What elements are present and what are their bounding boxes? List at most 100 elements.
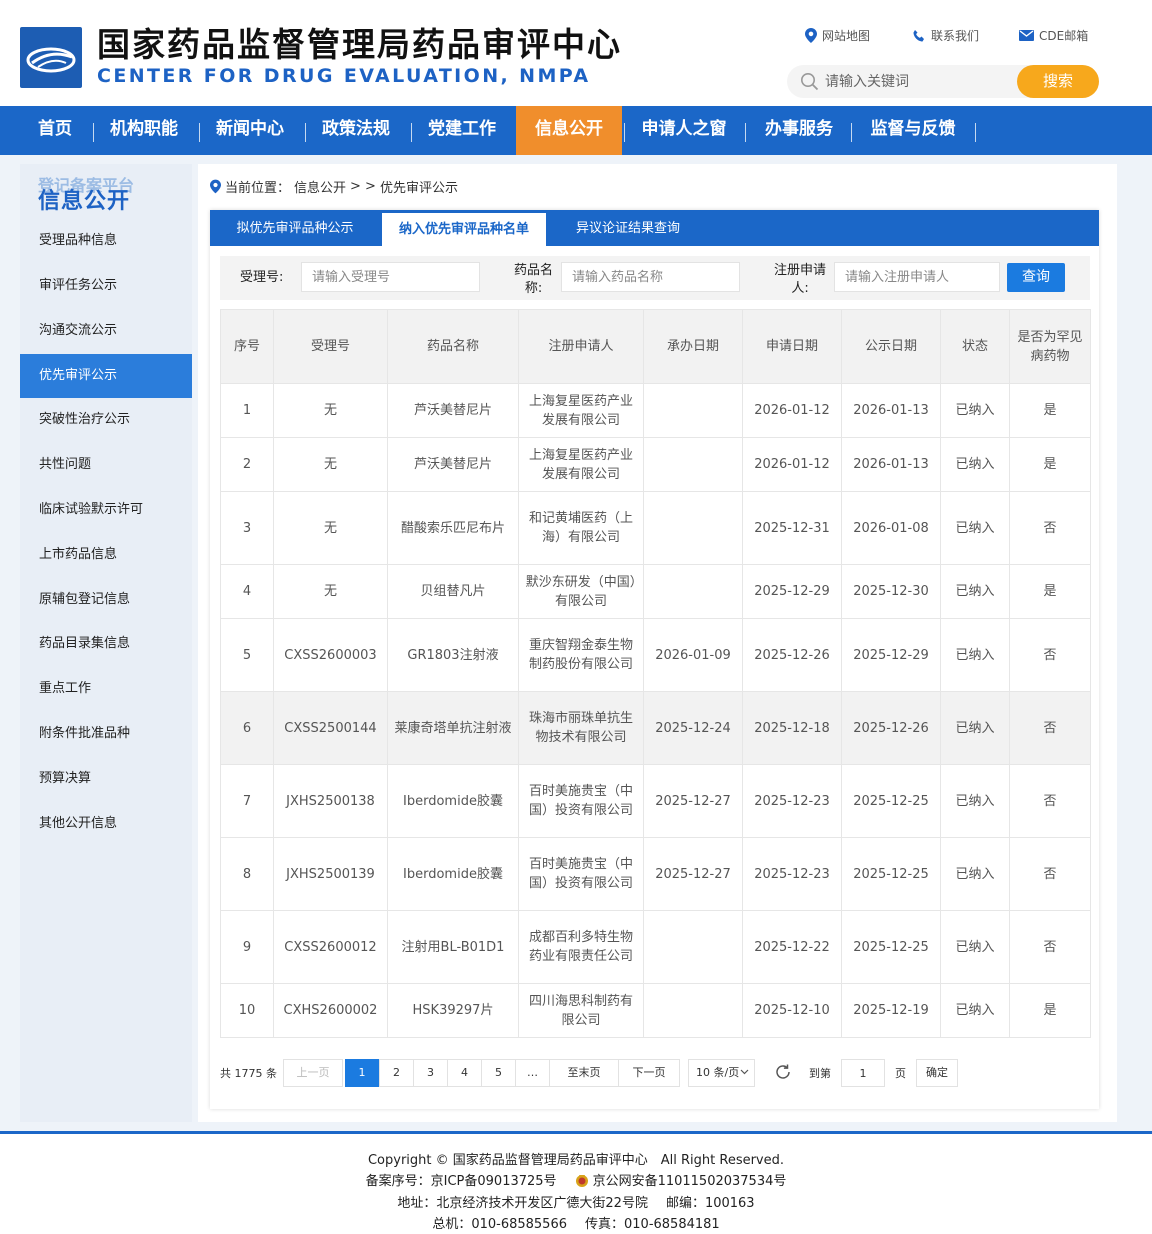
mail-link[interactable]: CDE邮箱 xyxy=(1019,27,1088,44)
applicant-label-line1: 注册申请 xyxy=(774,263,827,278)
sitemap-link[interactable]: 网站地图 xyxy=(805,27,870,44)
sidebar-item-catalog[interactable]: 药品目录集信息 xyxy=(20,622,192,666)
page-button-1[interactable]: 1 xyxy=(345,1059,379,1087)
sidebar-item-marketed-drugs[interactable]: 上市药品信息 xyxy=(20,533,192,577)
page-button-3[interactable]: 3 xyxy=(413,1059,448,1087)
table-row[interactable]: 4 无贝组替凡片 默沙东研发（中国）有限公司 2025-12-29 2025-12-30… xyxy=(220,564,1091,619)
cell-accept-no: 无 xyxy=(273,491,388,565)
refresh-icon[interactable] xyxy=(774,1063,792,1081)
cell-publish-date: 2025-12-25 xyxy=(841,837,941,911)
drug-name-label: 药品名 称: xyxy=(514,262,553,298)
contact-link[interactable]: 联系我们 xyxy=(912,27,979,44)
nav-item-services[interactable]: 办事服务 xyxy=(752,106,846,155)
cell-apply-date: 2025-12-23 xyxy=(742,764,842,838)
prev-page-button[interactable]: 上一页 xyxy=(283,1059,343,1087)
table-row[interactable]: 9 CXSS2600012 注射用BL-B01D1 成都百利多特生物药业有限责任公司 2… xyxy=(220,910,1091,984)
nav-divider xyxy=(851,123,852,142)
page-button-5[interactable]: 5 xyxy=(481,1059,516,1087)
query-button[interactable]: 查询 xyxy=(1007,263,1065,292)
police-badge-icon xyxy=(575,1175,588,1187)
breadcrumb-prefix: 当前位置： xyxy=(225,181,291,196)
nav-item-feedback[interactable]: 监督与反馈 xyxy=(858,106,968,155)
cell-undertake-date: 2025-12-27 xyxy=(643,837,743,911)
sidebar-item-review-tasks[interactable]: 审评任务公示 xyxy=(20,264,192,308)
sidebar-item-common-issues[interactable]: 共性问题 xyxy=(20,443,192,487)
table-row[interactable]: 10 CXHS2600002 HSK39297片 四川海思科制药有限公司 2025-12… xyxy=(220,983,1091,1038)
cell-publish-date: 2025-12-29 xyxy=(841,618,941,692)
nav-item-home[interactable]: 首页 xyxy=(24,106,86,155)
table-row[interactable]: 5 CXSS2600003 GR1803注射液 重庆智翔金泰生物制药股份有限公司 202… xyxy=(220,618,1091,692)
col-header: 序号 xyxy=(220,309,274,384)
tab-objection[interactable]: 异议论证结果查询 xyxy=(558,210,698,246)
table-row[interactable]: 1 无芦沃美替尼片 上海复星医药产业发展有限公司 2026-01-12 2026-01-… xyxy=(220,383,1091,438)
top-links: 网站地图 联系我们 CDE邮箱 xyxy=(805,27,1105,45)
cell-undertake-date xyxy=(643,564,743,619)
tab-bar: 拟优先审评品种公示 纳入优先审评品种名单 异议论证结果查询 xyxy=(210,210,1099,246)
sidebar-item-clinical-trial[interactable]: 临床试验默示许可 xyxy=(20,488,192,532)
nav-item-functions[interactable]: 机构职能 xyxy=(100,106,188,155)
cde-logo[interactable] xyxy=(20,27,82,88)
table-row[interactable]: 2 无芦沃美替尼片 上海复星医药产业发展有限公司 2026-01-12 2026-01-… xyxy=(220,437,1091,492)
goto-page-input[interactable] xyxy=(841,1059,885,1087)
drug-name-input[interactable] xyxy=(561,262,740,292)
cell-applicant: 上海复星医药产业发展有限公司 xyxy=(518,383,644,438)
sidebar-item-priority-review[interactable]: 优先审评公示 xyxy=(20,354,192,398)
last-page-button[interactable]: 至末页 xyxy=(549,1059,619,1087)
nav-divider xyxy=(93,123,94,142)
priority-review-table: 序号 受理号 药品名称 注册申请人 承办日期 申请日期 公示日期 状态 是否为罕… xyxy=(220,309,1091,1038)
search-input[interactable] xyxy=(825,71,1005,92)
tab-proposed[interactable]: 拟优先审评品种公示 xyxy=(210,210,380,246)
confirm-goto-button[interactable]: 确定 xyxy=(916,1059,958,1087)
cell-status: 已纳入 xyxy=(940,437,1010,492)
page-size-select[interactable]: 10 条/页 xyxy=(688,1059,755,1087)
sidebar-item-budget[interactable]: 预算决算 xyxy=(20,757,192,801)
table-row[interactable]: 3 无醋酸索乐匹尼布片 和记黄埔医药（上海）有限公司 2025-12-31 2026-0… xyxy=(220,491,1091,565)
table-row[interactable]: 6 CXSS2500144 莱康奇塔单抗注射液 珠海市丽珠单抗生物技术有限公司 2025… xyxy=(220,691,1091,765)
cell-index: 2 xyxy=(220,437,274,492)
nav-item-policy[interactable]: 政策法规 xyxy=(312,106,400,155)
cell-status: 已纳入 xyxy=(940,491,1010,565)
accept-no-input[interactable] xyxy=(301,262,480,292)
sidebar-item-communication[interactable]: 沟通交流公示 xyxy=(20,309,192,353)
footer-address-line: 地址：北京经济技术开发区广德大街22号院 邮编：100163 xyxy=(0,1192,1152,1211)
table-row[interactable]: 8 JXHS2500139 Iberdomide胶囊 百时美施贵宝（中国）投资有限公司… xyxy=(220,837,1091,911)
table-row[interactable]: 7 JXHS2500138 Iberdomide胶囊 百时美施贵宝（中国）投资有限公司… xyxy=(220,764,1091,838)
nav-item-party[interactable]: 党建工作 xyxy=(418,106,506,155)
sidebar-item-excipients[interactable]: 原辅包登记信息 xyxy=(20,578,192,622)
cell-apply-date: 2025-12-10 xyxy=(742,983,842,1038)
cell-index: 6 xyxy=(220,691,274,765)
site-header: 国家药品监督管理局药品审评中心 CENTER FOR DRUG EVALUATI… xyxy=(0,0,1152,106)
sidebar-item-other[interactable]: 其他公开信息 xyxy=(20,802,192,846)
cell-rare-disease: 否 xyxy=(1009,837,1091,911)
col-header: 受理号 xyxy=(273,309,388,384)
tab-included[interactable]: 纳入优先审评品种名单 xyxy=(382,213,546,246)
cell-undertake-date: 2025-12-24 xyxy=(643,691,743,765)
cell-apply-date: 2025-12-31 xyxy=(742,491,842,565)
nav-item-applicant[interactable]: 申请人之窗 xyxy=(631,106,737,155)
search-button[interactable]: 搜索 xyxy=(1017,65,1099,98)
page-size-value: 10 条/页 xyxy=(696,1066,740,1079)
sidebar-item-key-work[interactable]: 重点工作 xyxy=(20,667,192,711)
cell-rare-disease: 是 xyxy=(1009,564,1091,619)
chevron-down-icon xyxy=(740,1069,749,1075)
footer-police[interactable]: 京公网安备11011502037534号 xyxy=(593,1174,787,1189)
cell-drug-name: 贝组替凡片 xyxy=(387,564,519,619)
sidebar-item-conditional[interactable]: 附条件批准品种 xyxy=(20,712,192,756)
nav-item-info[interactable]: 信息公开 xyxy=(516,106,622,155)
page-button-2[interactable]: 2 xyxy=(379,1059,414,1087)
nav-item-news[interactable]: 新闻中心 xyxy=(206,106,294,155)
next-page-button[interactable]: 下一页 xyxy=(618,1059,680,1087)
nav-divider xyxy=(411,123,412,142)
sidebar-item-accepted[interactable]: 受理品种信息 xyxy=(20,219,192,263)
sidebar-item-breakthrough[interactable]: 突破性治疗公示 xyxy=(20,398,192,442)
drug-name-label-line2: 称: xyxy=(524,281,543,296)
breadcrumb-current[interactable]: 优先审评公示 xyxy=(380,177,458,196)
cell-accept-no: 无 xyxy=(273,383,388,438)
footer-icp[interactable]: 备案序号：京ICP备09013725号 xyxy=(366,1174,557,1189)
applicant-input[interactable] xyxy=(834,262,1000,292)
breadcrumb-info[interactable]: 信息公开 xyxy=(294,177,346,196)
cell-status: 已纳入 xyxy=(940,983,1010,1038)
page-button-4[interactable]: 4 xyxy=(447,1059,482,1087)
accept-no-label: 受理号: xyxy=(240,270,284,285)
cell-undertake-date xyxy=(643,491,743,565)
